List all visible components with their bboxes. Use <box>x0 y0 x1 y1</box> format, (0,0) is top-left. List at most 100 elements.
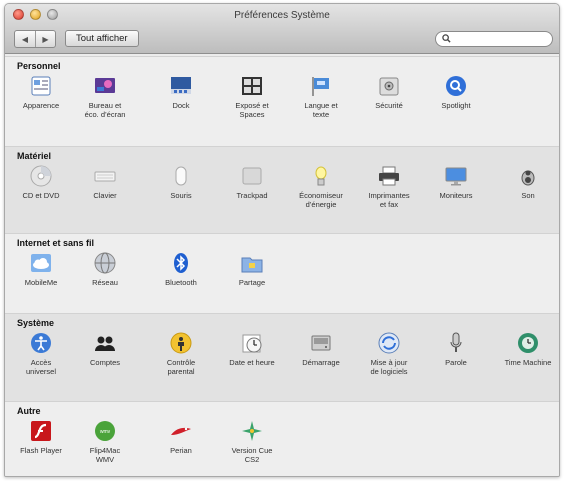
search-input[interactable] <box>454 34 559 44</box>
pane-cd[interactable]: CD et DVD <box>8 163 74 200</box>
section-title: Matériel <box>17 151 52 161</box>
pane-display[interactable]: Moniteurs <box>423 163 489 200</box>
preferences-window: Préférences Système ◀ ▶ Tout afficher Pe… <box>4 3 560 477</box>
pane-network[interactable]: Réseau <box>72 250 138 287</box>
pane-label: Flip4Mac WMV <box>89 446 121 464</box>
pane-label: Parole <box>445 358 467 367</box>
pane-label: Contrôle parental <box>166 358 196 376</box>
security-icon <box>376 73 402 99</box>
pane-dock[interactable]: Dock <box>148 73 214 110</box>
pane-label: Imprimantes et fax <box>368 191 410 209</box>
pane-label: Time Machine <box>504 358 552 367</box>
pane-trackpad[interactable]: Trackpad <box>219 163 285 200</box>
pane-label: Spotlight <box>441 101 471 110</box>
parental-icon <box>168 330 194 356</box>
pane-accounts[interactable]: Comptes <box>72 330 138 367</box>
accessibility-icon <box>28 330 54 356</box>
desktop-icon <box>92 73 118 99</box>
spotlight-icon <box>443 73 469 99</box>
navigation-buttons: ◀ ▶ <box>14 30 56 48</box>
pane-label: Apparence <box>22 101 60 110</box>
search-field[interactable] <box>435 31 559 47</box>
accounts-icon <box>92 330 118 356</box>
pane-language[interactable]: Langue et texte <box>288 73 354 119</box>
section-title: Autre <box>17 406 41 416</box>
pane-label: MobileMe <box>24 278 58 287</box>
pane-time-machine[interactable]: Time Machine <box>495 330 559 367</box>
pane-version-cue[interactable]: Version Cue CS2 <box>219 418 285 464</box>
pane-label: Flash Player <box>20 446 62 455</box>
sharing-icon <box>239 250 265 276</box>
pane-label: Clavier <box>93 191 117 200</box>
pane-label: Dock <box>172 101 190 110</box>
expose-icon <box>239 73 265 99</box>
toolbar: Préférences Système ◀ ▶ Tout afficher <box>5 4 559 54</box>
pane-keyboard[interactable]: Clavier <box>72 163 138 200</box>
pane-label: Économiseur d’énergie <box>299 191 343 209</box>
pane-label: Date et heure <box>229 358 275 367</box>
svg-text:wmv: wmv <box>100 429 111 435</box>
pane-desktop[interactable]: Bureau et éco. d’écran <box>72 73 138 119</box>
pane-bluetooth[interactable]: Bluetooth <box>148 250 214 287</box>
pane-accessibility[interactable]: Accès universel <box>8 330 74 376</box>
back-button[interactable]: ◀ <box>15 31 35 47</box>
pane-appearance[interactable]: Apparence <box>8 73 74 110</box>
pane-label: Mise à jour de logiciels <box>370 358 408 376</box>
perian-icon <box>168 418 194 444</box>
pane-printer[interactable]: Imprimantes et fax <box>356 163 422 209</box>
appearance-icon <box>28 73 54 99</box>
forward-button[interactable]: ▶ <box>35 31 55 47</box>
pane-label: Trackpad <box>236 191 268 200</box>
pane-label: Réseau <box>92 278 118 287</box>
pane-sharing[interactable]: Partage <box>219 250 285 287</box>
startup-icon <box>308 330 334 356</box>
pane-speech[interactable]: Parole <box>423 330 489 367</box>
language-icon <box>308 73 334 99</box>
pane-label: Bluetooth <box>165 278 197 287</box>
pane-sound[interactable]: Son <box>495 163 559 200</box>
cd-icon <box>28 163 54 189</box>
pane-perian[interactable]: Perian <box>148 418 214 455</box>
software-update-icon <box>376 330 402 356</box>
pane-label: Démarrage <box>302 358 340 367</box>
pane-energy[interactable]: Économiseur d’énergie <box>288 163 354 209</box>
pane-startup[interactable]: Démarrage <box>288 330 354 367</box>
pane-label: Perian <box>170 446 192 455</box>
pane-mobileme[interactable]: MobileMe <box>8 250 74 287</box>
flash-icon <box>28 418 54 444</box>
section-title: Personnel <box>17 61 61 71</box>
pane-label: Comptes <box>89 358 120 367</box>
pane-label: Langue et texte <box>304 101 338 119</box>
pane-security[interactable]: Sécurité <box>356 73 422 110</box>
search-icon <box>442 33 451 45</box>
pane-flash[interactable]: Flash Player <box>8 418 74 455</box>
pane-parental[interactable]: Contrôle parental <box>148 330 214 376</box>
pane-spotlight[interactable]: Spotlight <box>423 73 489 110</box>
pane-label: Exposé et Spaces <box>235 101 269 119</box>
dock-icon <box>168 73 194 99</box>
section-3: Système Accès universel Comptes Contrôle pa… <box>5 313 559 401</box>
pane-expose[interactable]: Exposé et Spaces <box>219 73 285 119</box>
pane-mouse[interactable]: Souris <box>148 163 214 200</box>
keyboard-icon <box>92 163 118 189</box>
display-icon <box>443 163 469 189</box>
pane-date-time[interactable]: Date et heure <box>219 330 285 367</box>
show-all-button[interactable]: Tout afficher <box>65 30 139 47</box>
section-0: Personnel Apparence Bureau et éco. d’écran… <box>5 56 559 146</box>
printer-icon <box>376 163 402 189</box>
pane-label: Bureau et éco. d’écran <box>84 101 126 119</box>
section-title: Système <box>17 318 55 328</box>
window-title: Préférences Système <box>234 10 330 21</box>
section-title: Internet et sans fil <box>17 238 95 248</box>
sound-icon <box>515 163 541 189</box>
section-4: Autre Flash Player wmv Flip4Mac WMV Perian Ve… <box>5 401 559 476</box>
energy-icon <box>308 163 334 189</box>
pane-label: Souris <box>170 191 192 200</box>
version-cue-icon <box>239 418 265 444</box>
mouse-icon <box>168 163 194 189</box>
pane-software-update[interactable]: Mise à jour de logiciels <box>356 330 422 376</box>
pane-label: Accès universel <box>25 358 56 376</box>
trackpad-icon <box>239 163 265 189</box>
pane-flip4mac[interactable]: wmv Flip4Mac WMV <box>72 418 138 464</box>
pane-label: Moniteurs <box>439 191 473 200</box>
